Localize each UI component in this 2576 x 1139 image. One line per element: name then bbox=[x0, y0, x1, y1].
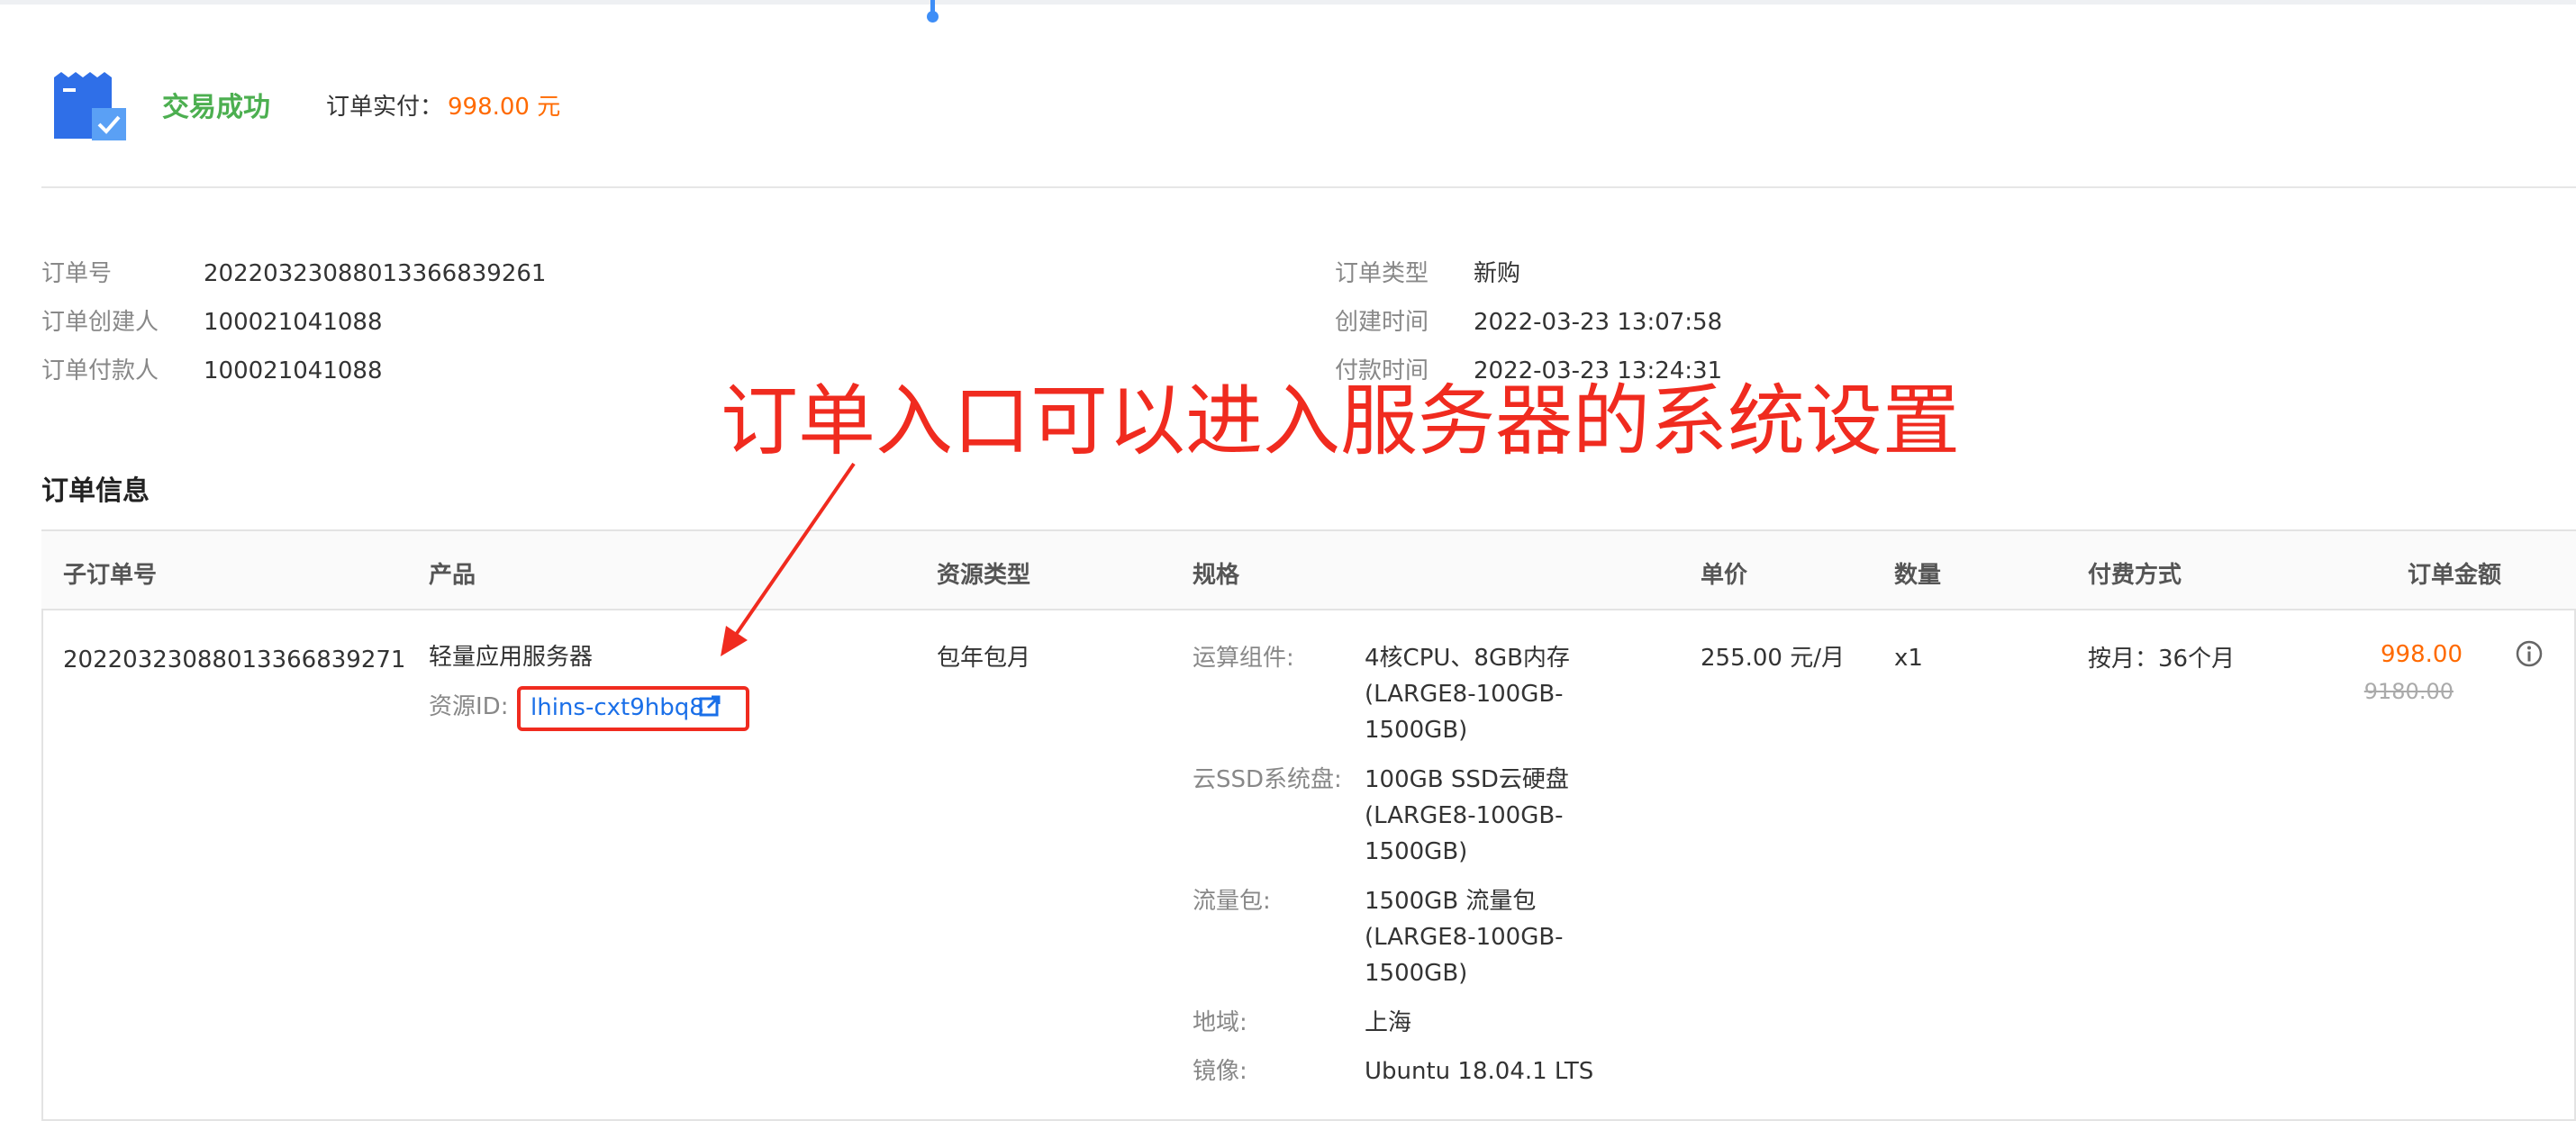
col-header-unit-price: 单价 bbox=[1701, 562, 1748, 589]
header-divider bbox=[41, 186, 2576, 188]
spec-label: 镜像: bbox=[1193, 1058, 1247, 1085]
annotation-arrow bbox=[721, 462, 856, 656]
col-header-product: 产品 bbox=[429, 562, 476, 589]
scroll-indicator[interactable] bbox=[927, 0, 939, 23]
order-receipt-check-icon bbox=[54, 72, 126, 140]
order-id-value: 20220323088013366839261 bbox=[204, 260, 547, 287]
col-header-quantity: 数量 bbox=[1894, 562, 1942, 589]
spec-label: 云SSD系统盘: bbox=[1193, 766, 1342, 793]
meta-payer-value: 100021041088 bbox=[204, 357, 383, 384]
paid-label: 订单实付： bbox=[326, 94, 444, 121]
meta-order-id: 订单号 bbox=[41, 260, 112, 287]
meta-payer: 订单付款人 bbox=[41, 357, 159, 384]
product-name: 轻量应用服务器 bbox=[429, 644, 594, 671]
meta-order-id-value: 20220323088013366839261 bbox=[204, 260, 546, 287]
col-header-spec: 规格 bbox=[1193, 562, 1240, 589]
top-border bbox=[0, 0, 2576, 5]
spec-label: 运算组件: bbox=[1193, 645, 1294, 672]
meta-created-time: 创建时间 bbox=[1335, 309, 1429, 336]
spec-label: 地域: bbox=[1193, 1009, 1247, 1036]
spec-value: 100GB SSD云硬盘 (LARGE8-100GB- 1500GB) bbox=[1365, 766, 1569, 865]
meta-label: 创建时间 bbox=[1335, 309, 1429, 336]
col-header-amount: 订单金额 bbox=[2408, 562, 2502, 589]
info-icon[interactable] bbox=[2515, 639, 2544, 668]
spec-value: 1500GB 流量包 (LARGE8-100GB- 1500GB) bbox=[1365, 888, 1564, 987]
resource-type: 包年包月 bbox=[937, 645, 1031, 672]
annotation-text: 订单入口可以进入服务器的系统设置 bbox=[721, 376, 1960, 466]
quantity: x1 bbox=[1894, 645, 1923, 672]
col-header-suborder: 子订单号 bbox=[63, 562, 158, 589]
section-title: 订单信息 bbox=[41, 475, 150, 507]
col-header-resource-type: 资源类型 bbox=[937, 562, 1031, 589]
billing-method: 按月：36个月 bbox=[2088, 646, 2236, 673]
meta-label: 订单创建人 bbox=[41, 309, 159, 336]
col-header-billing: 付费方式 bbox=[2088, 562, 2182, 589]
meta-created-time-value: 2022-03-23 13:07:58 bbox=[1474, 309, 1722, 336]
paid-amount: 998.00 元 bbox=[448, 94, 561, 121]
meta-order-type: 订单类型 bbox=[1335, 260, 1429, 287]
resource-id-label: 资源ID: bbox=[429, 693, 509, 720]
meta-label: 订单类型 bbox=[1335, 260, 1429, 287]
spec-value: 4核CPU、8GB内存 (LARGE8-100GB- 1500GB) bbox=[1365, 645, 1570, 744]
order-status: 交易成功 bbox=[162, 92, 270, 123]
payer-value: 100021041088 bbox=[204, 357, 383, 384]
created-time-value: 2022-03-23 13:07:58 bbox=[1474, 309, 1723, 336]
order-table bbox=[41, 529, 2576, 1121]
creator-value: 100021041088 bbox=[204, 309, 383, 336]
meta-label: 订单号 bbox=[41, 260, 113, 287]
original-amount: 9180.00 bbox=[2363, 679, 2454, 704]
meta-label: 订单付款人 bbox=[41, 357, 159, 384]
unit-price: 255.00 元/月 bbox=[1701, 645, 1845, 672]
order-amount: 998.00 bbox=[2381, 641, 2463, 668]
meta-order-type-value: 新购 bbox=[1474, 260, 1520, 287]
order-type-value: 新购 bbox=[1474, 260, 1521, 287]
external-link-icon[interactable] bbox=[699, 695, 721, 717]
meta-creator-value: 100021041088 bbox=[204, 309, 383, 336]
meta-creator: 订单创建人 bbox=[41, 309, 159, 336]
table-header bbox=[41, 531, 2576, 610]
spec-value: Ubuntu 18.04.1 LTS bbox=[1365, 1058, 1594, 1085]
spec-value: 上海 bbox=[1365, 1009, 1412, 1036]
suborder-id: 20220323088013366839271 bbox=[63, 646, 406, 673]
spec-label: 流量包: bbox=[1193, 888, 1271, 915]
resource-id-link[interactable]: lhins-cxt9hbq8 bbox=[531, 692, 704, 723]
